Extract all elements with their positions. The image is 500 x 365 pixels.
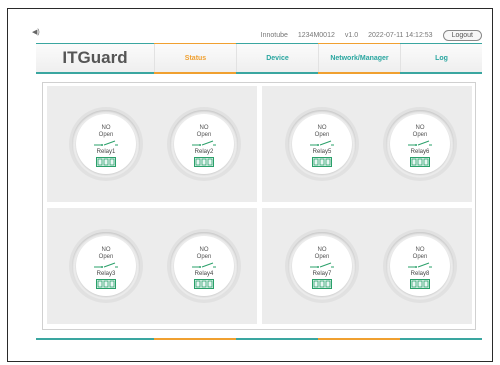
relay-name: Relay3 — [96, 271, 116, 277]
version-label: v1.0 — [344, 31, 359, 39]
terminal-block-icon — [410, 157, 430, 167]
relay-name: Relay2 — [194, 149, 214, 155]
relay-state: Open — [412, 254, 428, 260]
open-switch-icon — [192, 140, 216, 146]
app-logo: ITGuard — [62, 48, 128, 67]
terminal-block-icon — [96, 157, 116, 167]
tab-device[interactable]: Device — [236, 44, 318, 72]
relay-mode: NO — [101, 125, 111, 131]
relay-state: Open — [196, 254, 212, 260]
speaker-icon[interactable]: ◀) — [32, 28, 40, 36]
terminal-block-icon — [194, 279, 214, 289]
relay-mode: NO — [317, 247, 327, 253]
relay-name: Relay6 — [410, 149, 430, 155]
open-switch-icon — [310, 140, 334, 146]
relay-name: Relay5 — [312, 149, 332, 155]
datetime-label: 2022-07-11 14:12:53 — [368, 31, 433, 39]
relay-state: Open — [412, 132, 428, 138]
logout-button[interactable]: Logout — [442, 29, 482, 41]
open-switch-icon — [310, 262, 334, 268]
relay-widget[interactable]: NO Open Relay5 — [288, 110, 356, 178]
relay-name: Relay4 — [194, 271, 214, 277]
open-switch-icon — [192, 262, 216, 268]
relay-state: Open — [98, 254, 114, 260]
relay-mode: NO — [317, 125, 327, 131]
device-info: Innotube 1234M0012 v1.0 2022-07-11 14:12… — [261, 27, 482, 43]
tab-status[interactable]: Status — [154, 44, 236, 72]
relay-state: Open — [196, 132, 212, 138]
terminal-block-icon — [410, 279, 430, 289]
tab-log[interactable]: Log — [400, 44, 482, 72]
tab-network-manager[interactable]: Network/Manager — [318, 44, 400, 72]
terminal-block-icon — [312, 157, 332, 167]
open-switch-icon — [408, 140, 432, 146]
relay-name: Relay8 — [410, 271, 430, 277]
relay-widget[interactable]: NO Open Relay7 — [288, 232, 356, 300]
relay-widget[interactable]: NO Open Relay3 — [72, 232, 140, 300]
relay-mode: NO — [101, 247, 111, 253]
relay-mode: NO — [199, 125, 209, 131]
nav-accent-bottom — [36, 72, 482, 74]
brand-label: Innotube — [260, 31, 288, 39]
relay-widget[interactable]: NO Open Relay6 — [386, 110, 454, 178]
relay-state: Open — [98, 132, 114, 138]
relay-widget[interactable]: NO Open Relay2 — [170, 110, 238, 178]
relay-mode: NO — [199, 247, 209, 253]
relay-state: Open — [314, 132, 330, 138]
open-switch-icon — [408, 262, 432, 268]
relay-mode: NO — [415, 125, 425, 131]
relay-widget[interactable]: NO Open Relay1 — [72, 110, 140, 178]
open-switch-icon — [94, 262, 118, 268]
open-switch-icon — [94, 140, 118, 146]
main-nav: ITGuard Status Device Network/Manager Lo… — [36, 44, 482, 72]
terminal-block-icon — [312, 279, 332, 289]
relay-name: Relay1 — [96, 149, 116, 155]
relay-state: Open — [314, 254, 330, 260]
relay-name: Relay7 — [312, 271, 332, 277]
terminal-block-icon — [96, 279, 116, 289]
footer-accent — [36, 338, 482, 340]
relay-mode: NO — [415, 247, 425, 253]
device-id: 1234M0012 — [297, 31, 335, 39]
terminal-block-icon — [194, 157, 214, 167]
relay-widget[interactable]: NO Open Relay4 — [170, 232, 238, 300]
relay-widget[interactable]: NO Open Relay8 — [386, 232, 454, 300]
